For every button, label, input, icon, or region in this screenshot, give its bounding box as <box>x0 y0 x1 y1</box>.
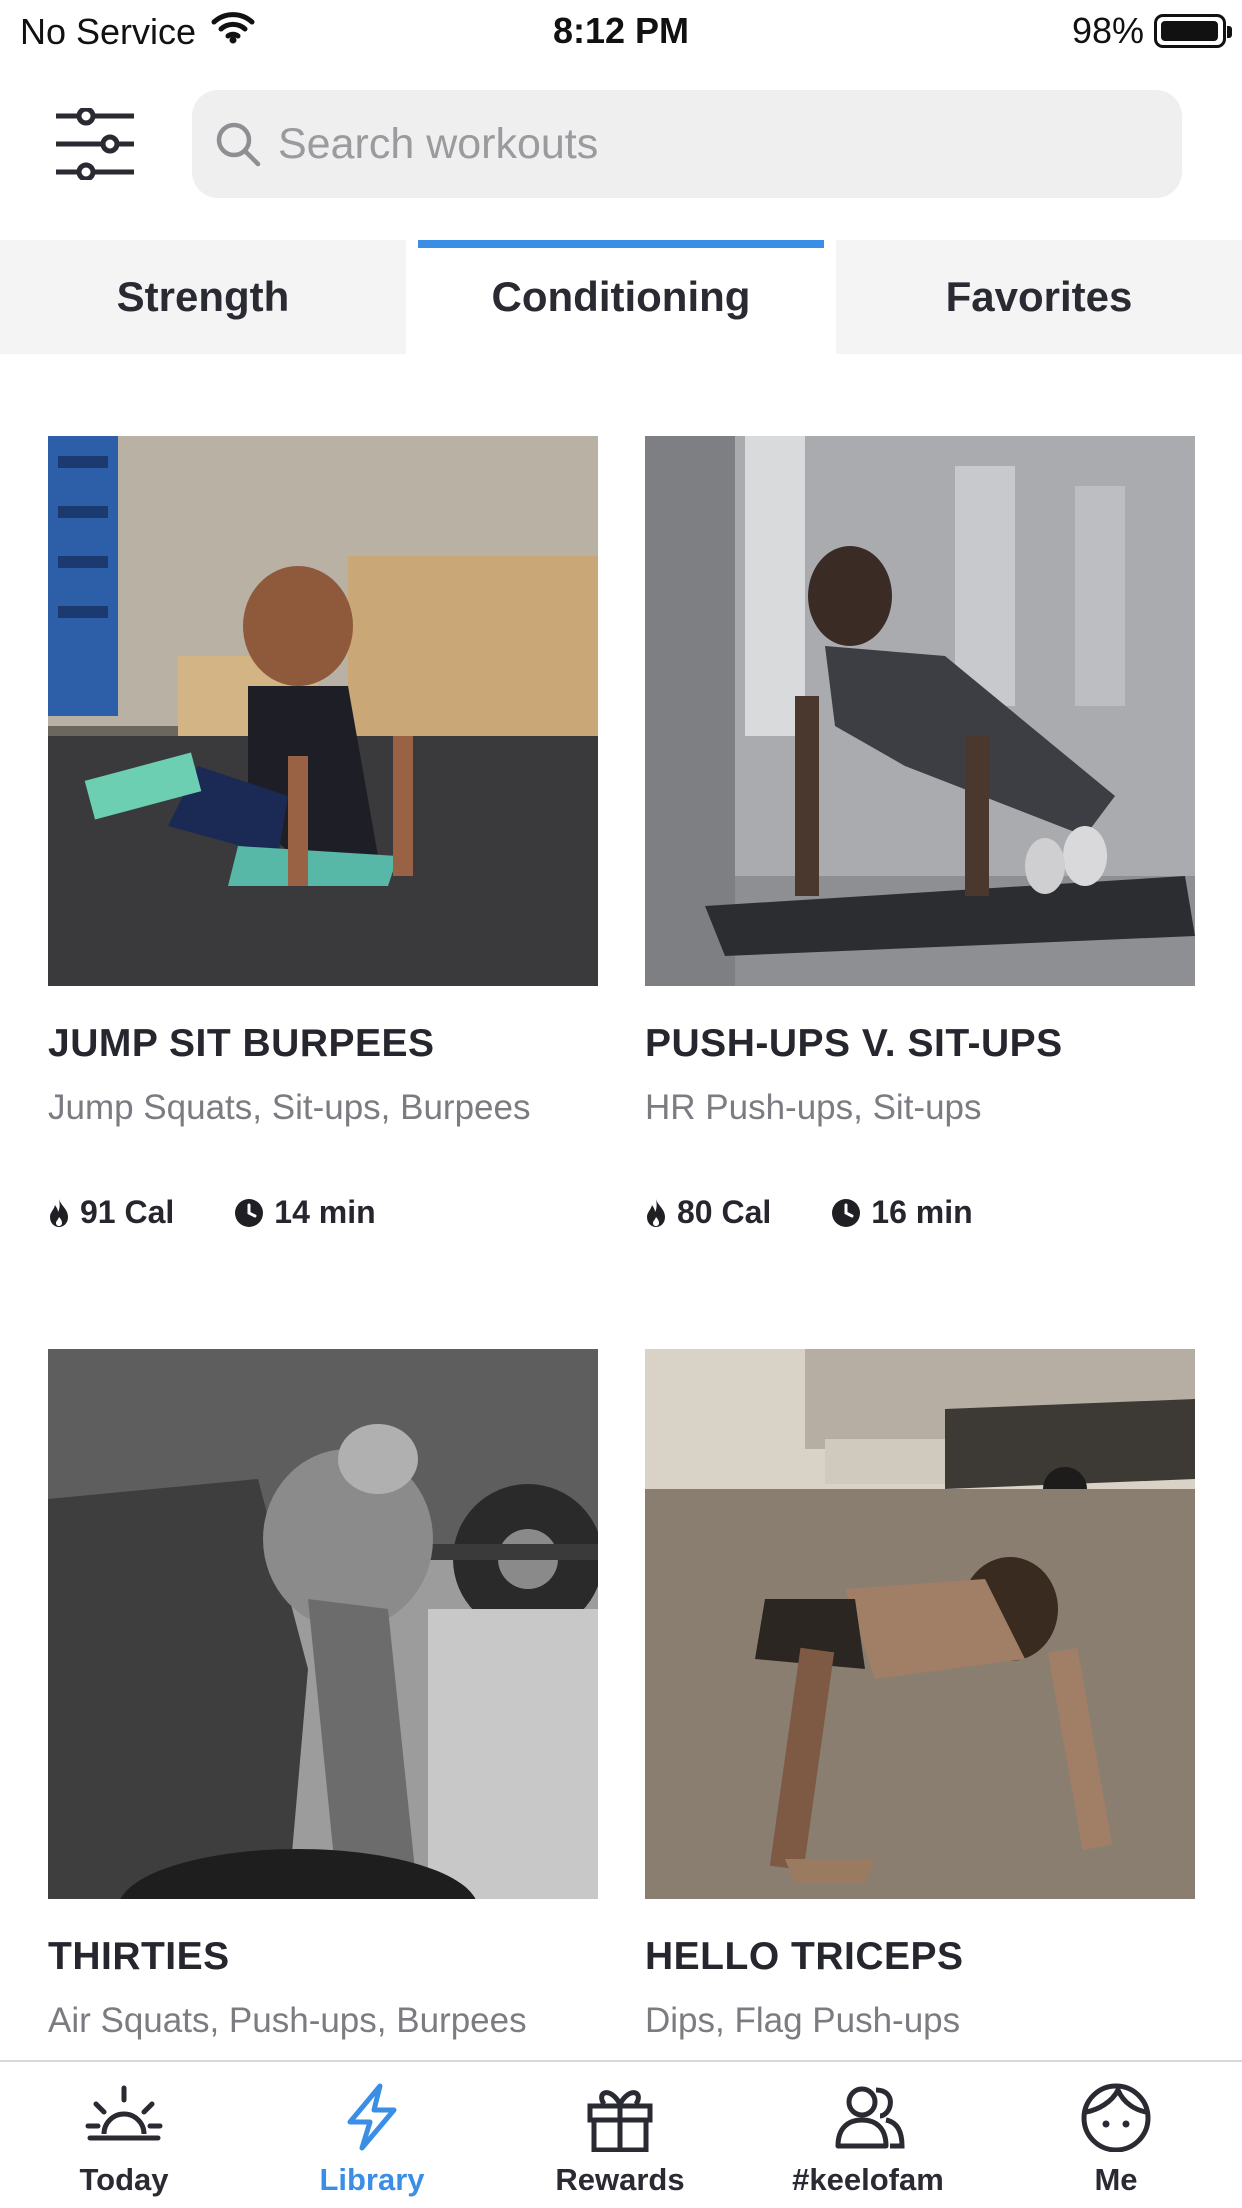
search-bar[interactable] <box>192 90 1182 198</box>
workout-card-push-ups-v-sit-ups[interactable]: PUSH-UPS V. SIT-UPS HR Push-ups, Sit-ups… <box>645 436 1195 1231</box>
clock-icon <box>832 1198 861 1227</box>
workout-card-jump-sit-burpees[interactable]: JUMP SIT BURPEES Jump Squats, Sit-ups, B… <box>48 436 598 1231</box>
nav-label: Library <box>319 2162 425 2197</box>
tab-favorites[interactable]: Favorites <box>836 240 1242 354</box>
duration-value: 16 min <box>871 1194 973 1230</box>
nav-me[interactable]: Me <box>1016 2082 1216 2198</box>
workout-title: THIRTIES <box>48 1935 230 1978</box>
workout-title: PUSH-UPS V. SIT-UPS <box>645 1022 1063 1065</box>
active-tab-indicator <box>418 240 824 248</box>
search-input[interactable] <box>278 119 1158 169</box>
workout-title: HELLO TRICEPS <box>645 1935 964 1978</box>
nav-label: #keelofam <box>792 2162 944 2197</box>
workout-exercises: Dips, Flag Push-ups <box>645 2001 961 2040</box>
battery-icon <box>1154 14 1232 48</box>
nav-keelofam[interactable]: #keelofam <box>768 2082 968 2198</box>
status-time: 8:12 PM <box>552 10 690 51</box>
workout-exercises: Air Squats, Push-ups, Burpees <box>48 2001 527 2040</box>
workout-exercises: HR Push-ups, Sit-ups <box>645 1088 982 1127</box>
lightning-icon <box>347 2083 397 2151</box>
workout-card-thirties[interactable]: THIRTIES Air Squats, Push-ups, Burpees <box>48 1349 598 2041</box>
nav-today[interactable]: Today <box>24 2082 224 2198</box>
calories-value: 91 Cal <box>80 1194 175 1230</box>
calories-value: 80 Cal <box>677 1194 772 1230</box>
nav-library[interactable]: Library <box>272 2082 472 2198</box>
nav-label: Rewards <box>555 2162 685 2197</box>
category-tabs: Strength Conditioning Favorites <box>0 240 1242 354</box>
calories-stat: 80 Cal <box>645 1194 771 1231</box>
sliders-icon <box>56 106 134 182</box>
people-icon <box>835 2086 905 2149</box>
status-right: 98% <box>1071 10 1232 52</box>
workout-title: JUMP SIT BURPEES <box>48 1022 435 1065</box>
tab-label: Favorites <box>945 273 1133 320</box>
nav-label: Me <box>1094 2162 1138 2197</box>
filter-button[interactable] <box>52 106 138 182</box>
workout-stats: 91 Cal 14 min <box>48 1194 598 1231</box>
workout-card-hello-triceps[interactable]: HELLO TRICEPS Dips, Flag Push-ups <box>645 1349 1195 2041</box>
duration-value: 14 min <box>274 1194 376 1230</box>
workout-exercises: Jump Squats, Sit-ups, Burpees <box>48 1088 531 1127</box>
sunrise-icon <box>85 2085 163 2141</box>
flame-icon <box>50 1198 68 1227</box>
duration-stat: 14 min <box>234 1194 376 1231</box>
clock-icon <box>235 1198 264 1227</box>
status-bar: No Service 8:12 PM 98% <box>0 0 1242 64</box>
nav-label: Today <box>79 2162 169 2197</box>
workout-image-pushup <box>645 436 1195 986</box>
tab-label: Conditioning <box>491 273 751 320</box>
workout-image-burpees <box>48 436 598 986</box>
workout-image-deadlift <box>48 1349 598 1899</box>
nav-rewards[interactable]: Rewards <box>520 2082 720 2198</box>
battery-fill <box>1161 21 1218 41</box>
face-icon <box>1081 2083 1151 2152</box>
duration-stat: 16 min <box>831 1194 973 1231</box>
tab-strength[interactable]: Strength <box>0 240 406 354</box>
gift-icon <box>587 2090 653 2152</box>
workout-image-pushup-outdoor <box>645 1349 1195 1899</box>
search-icon <box>216 122 261 167</box>
battery-percent: 98% <box>1071 10 1144 51</box>
tab-conditioning[interactable]: Conditioning <box>406 240 836 354</box>
workout-stats: 80 Cal 16 min <box>645 1194 1195 1231</box>
bottom-tab-bar: Today Library Rewards #keelofam Me <box>0 2060 1242 2208</box>
calories-stat: 91 Cal <box>48 1194 174 1231</box>
flame-icon <box>647 1198 665 1227</box>
tab-label: Strength <box>116 273 290 320</box>
